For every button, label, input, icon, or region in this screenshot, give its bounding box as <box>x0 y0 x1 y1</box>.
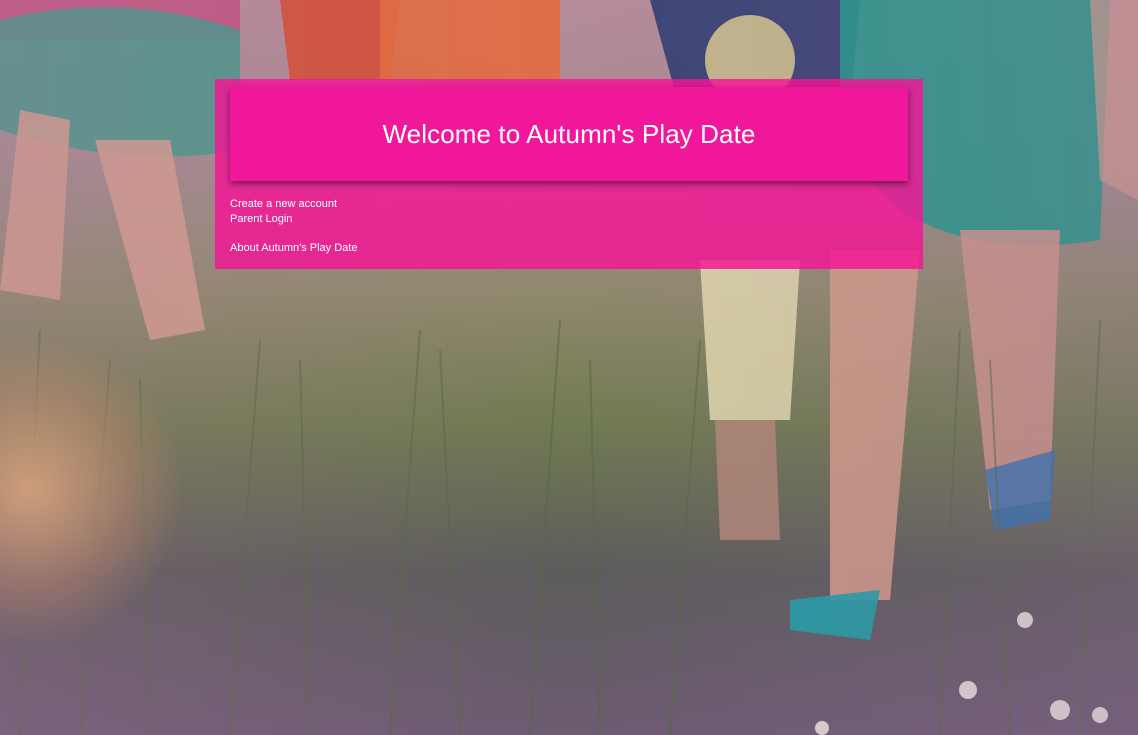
parent-login-link[interactable]: Parent Login <box>230 212 357 227</box>
welcome-panel: Welcome to Autumn's Play Date Create a n… <box>215 79 923 269</box>
nav-links: Create a new account Parent Login About … <box>230 197 357 256</box>
about-link[interactable]: About Autumn's Play Date <box>230 241 357 256</box>
link-spacer <box>230 227 357 241</box>
title-banner: Welcome to Autumn's Play Date <box>230 87 908 181</box>
create-account-link[interactable]: Create a new account <box>230 197 357 212</box>
page-title: Welcome to Autumn's Play Date <box>382 118 756 149</box>
